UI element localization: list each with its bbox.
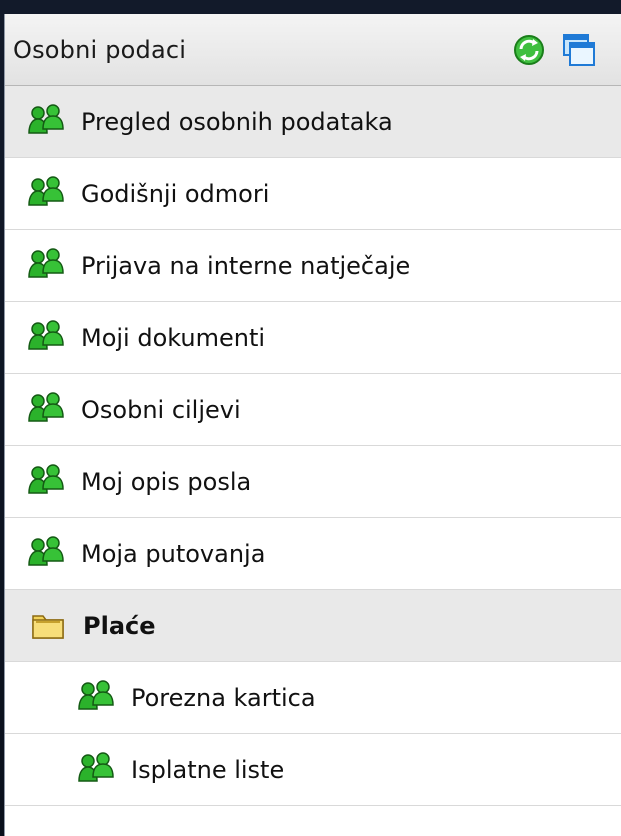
menu-item-label: Pregled osobnih podataka xyxy=(81,107,393,136)
header-actions xyxy=(511,32,597,68)
panel-header: Osobni podaci xyxy=(5,14,621,86)
menu-item-label: Moj opis posla xyxy=(81,467,252,496)
menu-item-pregled-osobnih-podataka[interactable]: Pregled osobnih podataka xyxy=(5,86,621,158)
window-icon[interactable] xyxy=(561,32,597,68)
menu-item-label: Prijava na interne natječaje xyxy=(81,251,411,280)
menu-item-label: Osobni ciljevi xyxy=(81,395,241,424)
refresh-icon[interactable] xyxy=(511,32,547,68)
menu-item-osobni-ciljevi[interactable]: Osobni ciljevi xyxy=(5,374,621,446)
menu-panel: Osobni podaci Pregled osobnih podataka G… xyxy=(4,14,621,836)
people-icon xyxy=(27,319,67,357)
menu-item-label: Isplatne liste xyxy=(131,755,285,784)
people-icon xyxy=(77,679,117,717)
menu-item-moja-putovanja[interactable]: Moja putovanja xyxy=(5,518,621,590)
menu-folder-place[interactable]: Plaće xyxy=(5,590,621,662)
menu-item-isplatne-liste[interactable]: Isplatne liste xyxy=(5,734,621,806)
menu-item-moji-dokumenti[interactable]: Moji dokumenti xyxy=(5,302,621,374)
menu-item-label: Moja putovanja xyxy=(81,539,266,568)
people-icon xyxy=(27,175,67,213)
people-icon xyxy=(27,391,67,429)
menu-folder-label: Plaće xyxy=(83,611,156,640)
menu-item-godisnji-odmori[interactable]: Godišnji odmori xyxy=(5,158,621,230)
people-icon xyxy=(27,103,67,141)
panel-title: Osobni podaci xyxy=(13,35,187,64)
window-frame: Osobni podaci Pregled osobnih podataka G… xyxy=(0,0,621,836)
people-icon xyxy=(27,463,67,501)
people-icon xyxy=(77,751,117,789)
menu-item-label: Godišnji odmori xyxy=(81,179,270,208)
menu-item-porezna-kartica[interactable]: Porezna kartica xyxy=(5,662,621,734)
menu-item-prijava-na-interne-natjecaje[interactable]: Prijava na interne natječaje xyxy=(5,230,621,302)
people-icon xyxy=(27,535,67,573)
menu-item-label: Porezna kartica xyxy=(131,683,316,712)
menu-item-label: Moji dokumenti xyxy=(81,323,266,352)
folder-icon xyxy=(29,608,67,644)
menu-item-moj-opis-posla[interactable]: Moj opis posla xyxy=(5,446,621,518)
people-icon xyxy=(27,247,67,285)
